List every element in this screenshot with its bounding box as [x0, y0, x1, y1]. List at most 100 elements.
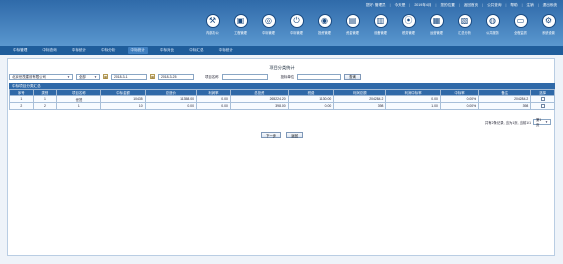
calendar-icon[interactable]: ▦	[103, 74, 108, 79]
stats-table: 序号 类别 项目名称 中标金额 总造价 利润率 总投资 税费 利润总额 利润中标率 中标率 备注 选择 …	[9, 89, 555, 110]
page-title: 项目分类统计	[269, 65, 295, 70]
bidding-management-icon: ◎	[261, 14, 276, 28]
module-item[interactable]: ▤ 资金管理	[342, 14, 363, 35]
module-item[interactable]: ▣ 工程管理	[230, 14, 251, 35]
page-select[interactable]: 第1页 ▼	[533, 118, 551, 127]
table-cell: 世茂	[56, 95, 102, 103]
power-icon: ⏻	[289, 14, 304, 28]
link-separator: |	[521, 3, 523, 7]
row-select-checkbox[interactable]	[540, 103, 545, 108]
table-cell: 1	[9, 95, 34, 103]
nav-item[interactable]: 中标统计	[216, 47, 236, 54]
main-nav: 中标管理 中标查询 中标统计 中标分析 中标统计 中标对比 中标汇总 中标统计	[0, 46, 563, 55]
filter-bar: 北京世茂建设有限公司 ▼ 全部 ▼ ▦ 2018-3-1 ▦ 2018-3-25…	[9, 72, 555, 81]
module-label: 系统设置	[542, 31, 555, 35]
table-cell: 1.00	[385, 102, 441, 110]
date-to-input[interactable]: 2018-3-25	[158, 73, 194, 80]
row-select-checkbox[interactable]	[540, 96, 545, 101]
module-item[interactable]: ⚒ 内部办公	[202, 14, 223, 35]
table-cell: 0.00	[144, 102, 197, 110]
module-label: 中标管理	[262, 31, 275, 35]
next-button[interactable]: 下一步	[261, 132, 282, 138]
link-separator: |	[482, 3, 484, 7]
table-cell: 10	[100, 102, 146, 110]
top-link[interactable]: 帮助	[510, 3, 517, 8]
table-cell: 11358.00	[144, 95, 197, 103]
table-row: 1 1 世茂 10435 11358.00 0.00 265224.20 1130.00 204…	[9, 95, 555, 103]
table-body: 1 1 世茂 10435 11358.00 0.00 265224.20 1130.00 204…	[9, 95, 555, 110]
table-cell: 398	[478, 102, 532, 110]
link-separator: |	[458, 3, 460, 7]
module-label: 工程管理	[234, 31, 247, 35]
table-cell: 2	[32, 102, 58, 110]
module-icons: ⚒ 内部办公 ▣ 工程管理 ◎ 中标管理 ⏻ 中标管理 ◉ 投资管理 ▤ 资金管理 ▥ 设备管理 ⦿ 税务管理…	[202, 14, 559, 35]
module-item[interactable]: ⦿ 税务管理	[398, 14, 419, 35]
module-item[interactable]: ◍ 公共服务	[482, 14, 503, 35]
table-cell: 0.00	[287, 102, 335, 110]
module-item[interactable]: ▧ 汇总分析	[454, 14, 475, 35]
table-cell: 2	[9, 102, 34, 110]
top-links: 您好: 管理员 | 今天是 | 2019年4月 | 您的位置 | 返回首页 | 公共查询 | 帮助 | 注销…	[366, 3, 557, 8]
report-icon: ▦	[429, 14, 444, 28]
module-item[interactable]: ◉ 投资管理	[314, 14, 335, 35]
back-button[interactable]: 返回	[286, 132, 303, 138]
settings-icon: ⚙	[541, 14, 556, 28]
top-link[interactable]: 公共查询	[487, 3, 501, 8]
project-name-label: 项目名称	[205, 75, 219, 79]
table-cell: 0.00%	[439, 95, 480, 103]
record-icon: ⦿	[401, 14, 416, 28]
module-label: 税务管理	[402, 31, 415, 35]
top-link[interactable]: 注销	[527, 3, 534, 8]
top-link: 今天是	[394, 3, 406, 7]
action-buttons: 下一步 返回	[8, 132, 556, 138]
page-select-value: 第1页	[536, 118, 542, 127]
table-cell: 0.00%	[439, 102, 480, 110]
document-icon: ▤	[345, 14, 360, 28]
module-label: 设备管理	[374, 31, 387, 35]
module-item[interactable]: ⚙ 系统设置	[538, 14, 559, 35]
content-area: 项目分类统计 北京世茂建设有限公司 ▼ 全部 ▼ ▦ 2018-3-1 ▦ 20…	[7, 58, 555, 256]
table-cell: 398.00	[229, 102, 289, 110]
chart-icon: ▧	[457, 14, 472, 28]
calendar-icon[interactable]: ▦	[150, 74, 155, 79]
module-label: 全程监督	[514, 31, 527, 35]
table-cell: 204284.2	[333, 95, 387, 103]
table-cell: 1130.00	[287, 95, 335, 103]
module-label: 投资管理	[318, 31, 331, 35]
project-name-input[interactable]	[221, 73, 268, 80]
search-button[interactable]: 查询	[344, 73, 361, 80]
company-select[interactable]: 北京世茂建设有限公司 ▼	[9, 73, 73, 80]
table-cell: 10435	[100, 95, 146, 103]
book-icon: ▥	[373, 14, 388, 28]
table-cell: 265224.20	[229, 95, 289, 103]
pager: 共有2条记录, 当为1页, 当前1/1 第1页 ▼	[485, 118, 551, 127]
module-item[interactable]: ▦ 运营管理	[426, 14, 447, 35]
nav-item[interactable]: 中标管理	[10, 47, 30, 54]
bid-unit-label: 投标单位	[280, 75, 295, 79]
top-link[interactable]: 您的位置	[440, 3, 454, 8]
target-icon: ◉	[317, 14, 332, 28]
module-label: 公共服务	[486, 31, 499, 35]
nav-item[interactable]: 中标查询	[39, 47, 59, 54]
nav-item[interactable]: 中标分析	[98, 47, 118, 54]
module-item[interactable]: ◎ 中标管理	[258, 14, 279, 35]
bid-unit-input[interactable]	[297, 73, 342, 80]
top-link[interactable]: 返回首页	[464, 3, 478, 8]
table-cell: 1	[32, 95, 58, 103]
date-from-input[interactable]: 2018-3-1	[111, 73, 147, 80]
top-link[interactable]: 退出系统	[543, 3, 557, 8]
company-select-value: 北京世茂建设有限公司	[12, 75, 46, 79]
table-cell: 398	[333, 102, 387, 110]
globe-icon: ◍	[485, 14, 500, 28]
table-cell: 0.00	[195, 102, 231, 110]
module-item[interactable]: ⏻ 中标管理	[286, 14, 307, 35]
module-label: 汇总分析	[458, 31, 471, 35]
module-item[interactable]: ▥ 设备管理	[370, 14, 391, 35]
nav-item[interactable]: 中标统计	[127, 47, 148, 54]
nav-item[interactable]: 中标统计	[69, 47, 89, 54]
nav-item[interactable]: 中标汇总	[186, 47, 206, 54]
module-label: 中标管理	[290, 31, 303, 35]
type-select[interactable]: 全部 ▼	[76, 73, 100, 80]
module-item[interactable]: ▭ 全程监督	[510, 14, 531, 35]
nav-item[interactable]: 中标对比	[157, 47, 177, 54]
